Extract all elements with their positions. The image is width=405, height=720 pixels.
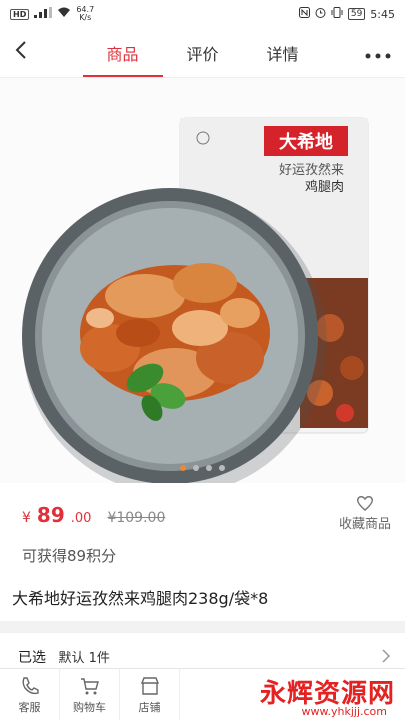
product-photo: 大希地 好运孜然来 鸡腿肉 — [22, 117, 369, 483]
chevron-right-icon — [382, 647, 391, 668]
store-button[interactable]: 店铺 — [120, 669, 180, 720]
selected-label: 已选 — [18, 650, 46, 666]
price-cents: .00 — [70, 511, 92, 526]
network-speed: 64.7 K/s — [76, 6, 94, 22]
cart-icon — [80, 677, 99, 694]
carousel-dot[interactable] — [219, 465, 225, 471]
clock-time: 5:45 — [370, 7, 395, 21]
product-title: 大希地好运孜然来鸡腿肉238g/袋*8 — [12, 589, 269, 608]
alarm-icon — [315, 7, 326, 21]
back-button[interactable] — [14, 40, 44, 66]
more-dots-icon — [365, 53, 391, 59]
vibrate-icon — [331, 7, 343, 21]
product-image-carousel[interactable]: 大希地 好运孜然来 鸡腿肉 — [0, 78, 405, 483]
tab-product[interactable]: 商品 — [82, 29, 163, 77]
tab-bar: 商品 评价 详情 — [82, 29, 323, 77]
carousel-indicators — [0, 465, 405, 471]
original-price: ¥109.00 — [107, 510, 166, 526]
carousel-dot[interactable] — [193, 465, 199, 471]
package-brand: 大希地 — [279, 131, 333, 153]
tab-details[interactable]: 详情 — [243, 29, 323, 77]
speed-unit: K/s — [79, 13, 92, 22]
store-label: 店铺 — [138, 700, 161, 714]
store-icon — [140, 676, 159, 695]
reward-points: 可获得89积分 — [22, 547, 117, 565]
price-section: ¥ 89 .00 ¥109.00 收藏商品 — [0, 483, 405, 543]
status-bar: HD 64.7 K/s 59 5:45 — [0, 0, 405, 28]
hd-indicator: HD — [10, 8, 30, 20]
package-line-1: 好运孜然来 — [279, 162, 344, 178]
watermark-area: 永辉资源网 www.yhkjjj.com — [180, 669, 405, 720]
bottom-action-bar: 客服 购物车 店铺 永辉资源网 www.yhkjjj.com — [0, 668, 405, 720]
customer-service-label: 客服 — [18, 700, 41, 714]
heart-icon — [356, 496, 374, 511]
package-line-2: 鸡腿肉 — [305, 179, 344, 195]
battery-level: 59 — [347, 8, 366, 20]
favorite-button[interactable]: 收藏商品 — [339, 495, 391, 543]
cart-label: 购物车 — [73, 700, 106, 714]
cart-button[interactable]: 购物车 — [60, 669, 120, 720]
signal-icon — [34, 7, 53, 21]
favorite-label: 收藏商品 — [338, 517, 391, 532]
phone-icon — [22, 676, 39, 694]
selected-value: 默认 1件 — [58, 651, 110, 666]
section-divider — [0, 621, 405, 633]
chevron-left-icon — [15, 40, 26, 59]
nfc-icon — [298, 7, 310, 21]
wifi-icon — [57, 7, 71, 21]
top-navigation: 商品 评价 详情 — [0, 28, 405, 78]
carousel-dot[interactable] — [180, 465, 186, 471]
carousel-dot[interactable] — [206, 465, 212, 471]
more-options-button[interactable] — [361, 40, 391, 65]
watermark-url: www.yhkjjj.com — [301, 705, 388, 718]
currency-symbol: ¥ — [22, 510, 31, 526]
current-price: 89 — [36, 503, 65, 527]
tab-reviews[interactable]: 评价 — [163, 29, 243, 77]
customer-service-button[interactable]: 客服 — [0, 669, 60, 720]
